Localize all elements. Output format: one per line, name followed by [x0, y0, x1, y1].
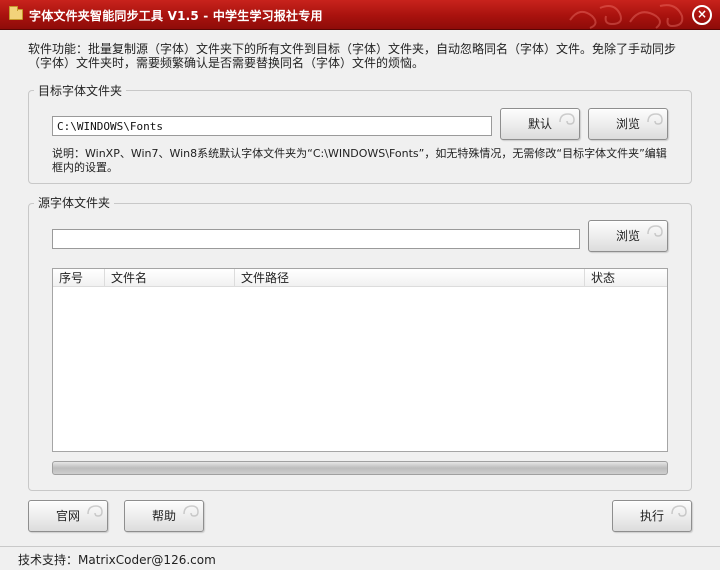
default-button-label: 默认 — [527, 117, 552, 131]
target-note: 说明：WinXP、Win7、Win8系统默认字体文件夹为“C:\WINDOWS\… — [52, 147, 667, 174]
file-list[interactable]: 序号 文件名 文件路径 状态 — [52, 268, 668, 452]
progress-bar — [52, 461, 668, 475]
target-browse-button[interactable]: 浏览 — [588, 108, 668, 140]
source-path-input[interactable] — [52, 229, 580, 249]
status-bar: 技术支持：MatrixCoder@126.com — [0, 546, 720, 570]
website-button[interactable]: 官网 — [28, 500, 108, 532]
source-browse-button[interactable]: 浏览 — [588, 220, 668, 252]
file-list-header: 序号 文件名 文件路径 状态 — [53, 269, 667, 287]
feature-description: 软件功能：批量复制源（字体）文件夹下的所有文件到目标（字体）文件夹，自动忽略同名… — [28, 42, 677, 70]
help-button-label: 帮助 — [151, 509, 176, 523]
execute-button-label: 执行 — [639, 509, 664, 523]
support-contact: 技术支持：MatrixCoder@126.com — [18, 553, 216, 567]
swirl-ornament-icon — [647, 225, 663, 237]
target-path-input[interactable]: C:\WINDOWS\Fonts — [52, 116, 492, 136]
window-title: 字体文件夹智能同步工具 V1.5 - 中学生学习报社专用 — [29, 9, 323, 23]
swirl-ornament-icon — [183, 505, 199, 517]
column-header-status[interactable]: 状态 — [585, 269, 667, 287]
help-button[interactable]: 帮助 — [124, 500, 204, 532]
target-browse-label: 浏览 — [615, 117, 640, 131]
source-browse-label: 浏览 — [615, 229, 640, 243]
title-bar: 字体文件夹智能同步工具 V1.5 - 中学生学习报社专用 × — [0, 0, 720, 30]
column-header-filepath[interactable]: 文件路径 — [235, 269, 585, 287]
website-button-label: 官网 — [55, 509, 80, 523]
swirl-ornament-icon — [647, 113, 663, 125]
swirl-ornament-icon — [87, 505, 103, 517]
swirl-ornament-icon — [559, 113, 575, 125]
close-button[interactable]: × — [692, 5, 712, 25]
source-folder-label: 源字体文件夹 — [34, 194, 115, 211]
cloud-ornament-icon — [569, 4, 684, 29]
swirl-ornament-icon — [671, 505, 687, 517]
folder-icon — [9, 6, 23, 20]
default-button[interactable]: 默认 — [500, 108, 580, 140]
target-folder-label: 目标字体文件夹 — [34, 82, 127, 99]
column-header-filename[interactable]: 文件名 — [105, 269, 235, 287]
column-header-index[interactable]: 序号 — [53, 269, 105, 287]
execute-button[interactable]: 执行 — [612, 500, 692, 532]
